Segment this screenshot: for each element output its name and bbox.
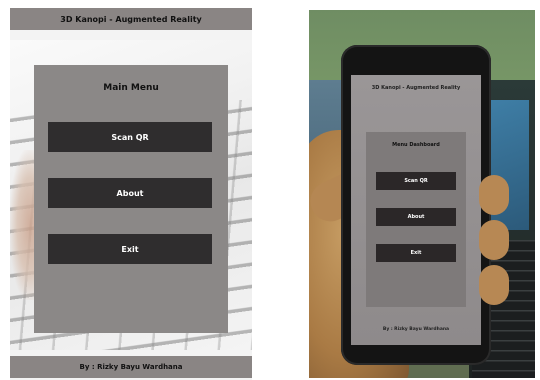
app-footer-credit: By : Rizky Bayu Wardhana xyxy=(79,363,183,371)
scan-qr-button[interactable]: Scan QR xyxy=(48,122,212,152)
exit-button[interactable]: Exit xyxy=(48,234,212,264)
main-menu-title: Main Menu xyxy=(103,83,159,93)
app-screenshot: 3D Kanopi - Augmented Reality Main Menu … xyxy=(10,8,252,380)
phone-exit-button: Exit xyxy=(376,244,456,262)
main-menu-panel: Main Menu Scan QR About Exit xyxy=(34,65,228,333)
phone-photo: 3D Kanopi - Augmented Reality Menu Dashb… xyxy=(309,10,535,378)
phone-scan-qr-button: Scan QR xyxy=(376,172,456,190)
app-footer-bar: By : Rizky Bayu Wardhana xyxy=(10,356,252,378)
phone-about-button: About xyxy=(376,208,456,226)
phone-screen: 3D Kanopi - Augmented Reality Menu Dashb… xyxy=(351,75,481,345)
finger-image xyxy=(479,175,509,215)
smartphone: 3D Kanopi - Augmented Reality Menu Dashb… xyxy=(341,45,491,365)
app-title-bar: 3D Kanopi - Augmented Reality xyxy=(10,8,252,30)
finger-image xyxy=(479,265,509,305)
phone-footer-credit: By : Rizky Bayu Wardhana xyxy=(382,327,450,332)
about-button[interactable]: About xyxy=(48,178,212,208)
phone-menu-title: Menu Dashboard xyxy=(392,142,440,148)
finger-image xyxy=(479,220,509,260)
phone-app-title: 3D Kanopi - Augmented Reality xyxy=(371,85,461,91)
app-title: 3D Kanopi - Augmented Reality xyxy=(60,14,202,24)
phone-menu-panel: Menu Dashboard Scan QR About Exit xyxy=(366,132,466,307)
